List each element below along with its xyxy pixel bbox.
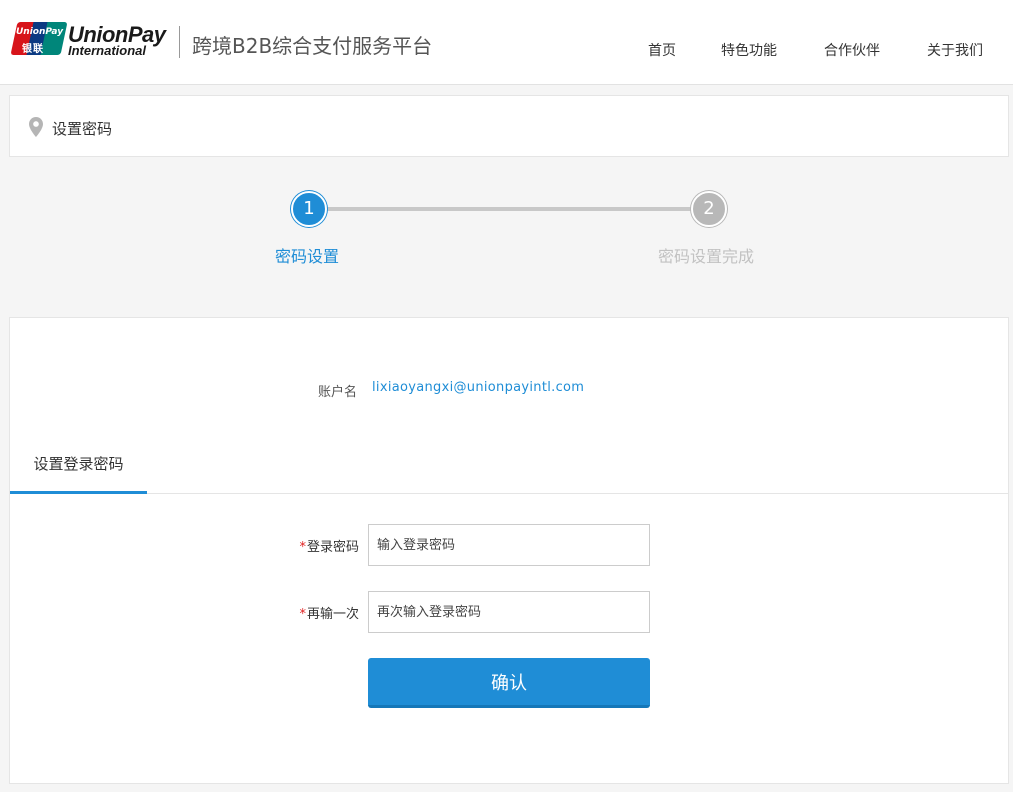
top-header: UnionPay 银联 UnionPay International 跨境B2B…	[0, 0, 1013, 85]
confirm-password-row: *再输一次	[10, 591, 1008, 633]
password-label: *登录密码	[299, 536, 359, 555]
account-name-value: lixiaoyangxi@unionpayintl.com	[372, 380, 585, 395]
step-connector	[309, 207, 709, 211]
breadcrumb: 设置密码	[9, 95, 1009, 157]
confirm-password-label-text: 再输一次	[306, 607, 359, 622]
main-nav: 首页 特色功能 合作伙伴 关于我们	[0, 40, 1013, 60]
tab-bar: 设置登录密码	[10, 446, 1008, 494]
nav-item-partners[interactable]: 合作伙伴	[824, 40, 880, 60]
nav-item-home[interactable]: 首页	[648, 40, 676, 60]
logo-mark-text: UnionPay	[16, 27, 64, 37]
confirm-password-label: *再输一次	[299, 603, 359, 622]
required-mark: *	[299, 607, 306, 622]
step-1-label: 密码设置	[275, 247, 340, 266]
account-name-label: 账户名	[318, 385, 358, 400]
password-panel: 账户名 lixiaoyangxi@unionpayintl.com 设置登录密码…	[9, 317, 1009, 784]
nav-item-about[interactable]: 关于我们	[927, 40, 983, 60]
step-1-circle: 1	[291, 191, 327, 227]
progress-steps: 1 2 密码设置 密码设置完成	[0, 170, 1013, 280]
required-mark: *	[299, 540, 306, 555]
confirm-password-input[interactable]	[368, 591, 650, 633]
logo-mark-chinese: 银联	[22, 44, 44, 55]
password-input[interactable]	[368, 524, 650, 566]
map-pin-icon	[29, 117, 43, 137]
confirm-button[interactable]: 确认	[368, 658, 650, 708]
tab-set-login-password[interactable]: 设置登录密码	[10, 446, 147, 494]
breadcrumb-current: 设置密码	[52, 120, 113, 138]
nav-item-features[interactable]: 特色功能	[721, 40, 777, 60]
step-2-label: 密码设置完成	[658, 247, 755, 266]
step-2-circle: 2	[691, 191, 727, 227]
password-label-text: 登录密码	[306, 540, 359, 555]
password-row: *登录密码	[10, 524, 1008, 566]
